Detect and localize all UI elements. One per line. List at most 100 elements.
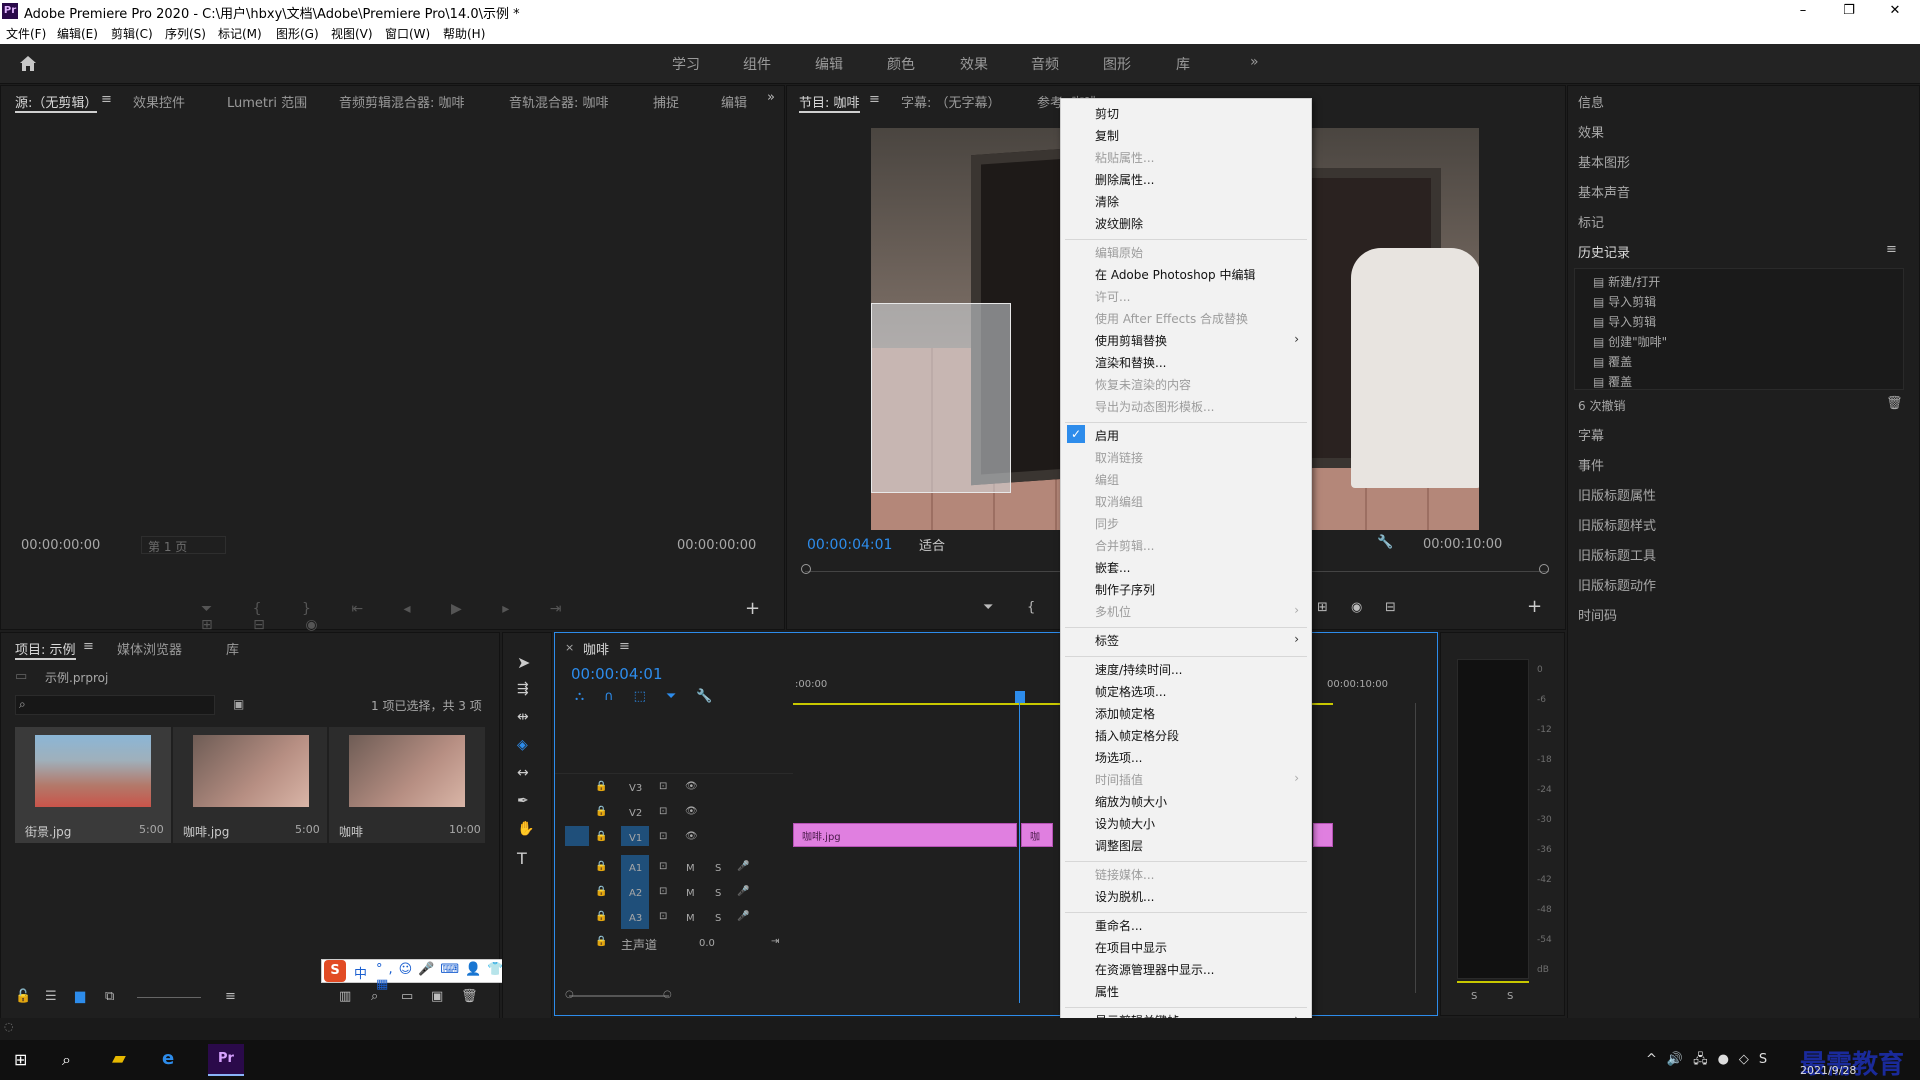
workspace-graphics[interactable]: 图形 bbox=[1103, 54, 1131, 74]
close-button[interactable]: ✕ bbox=[1872, 0, 1918, 22]
lock-icon[interactable]: 🔓 bbox=[15, 989, 31, 1004]
panel-effects[interactable]: 效果 bbox=[1578, 122, 1604, 141]
context-menu-item[interactable]: 属性 bbox=[1095, 983, 1119, 1000]
context-menu-item[interactable]: 帧定格选项... bbox=[1095, 683, 1166, 700]
search-icon[interactable]: ⌕ bbox=[62, 1050, 71, 1070]
panel-captions[interactable]: 字幕 bbox=[1578, 425, 1604, 444]
context-menu-item[interactable]: 渲染和替换... bbox=[1095, 354, 1166, 371]
tab-captions[interactable]: 字幕: （无字幕） bbox=[901, 92, 1001, 111]
history-item[interactable]: ▤ 导入剪辑 bbox=[1593, 313, 1656, 330]
freeform-view-icon[interactable]: ⧉ bbox=[105, 989, 114, 1004]
lock-icon[interactable]: 🔒 bbox=[595, 831, 607, 842]
camera-icon[interactable]: ◉ bbox=[1351, 600, 1362, 615]
context-menu-item[interactable]: 缩放为帧大小 bbox=[1095, 793, 1167, 810]
menu-graphics[interactable]: 图形(G) bbox=[276, 25, 319, 42]
project-search-input[interactable] bbox=[15, 695, 215, 715]
solo-button[interactable]: S bbox=[715, 888, 721, 899]
playhead-handle[interactable] bbox=[1015, 691, 1025, 703]
context-menu-item[interactable]: 制作子序列 bbox=[1095, 581, 1155, 598]
context-menu-item[interactable]: 标签 bbox=[1095, 632, 1119, 649]
tab-source[interactable]: 源:（无剪辑） bbox=[15, 92, 98, 113]
menu-window[interactable]: 窗口(W) bbox=[385, 25, 430, 42]
project-item-coffee-jpg[interactable]: 咖啡.jpg 5:00 bbox=[173, 727, 327, 843]
workspace-more[interactable]: » bbox=[1250, 54, 1259, 70]
context-menu-item[interactable]: 取消编组 bbox=[1095, 493, 1143, 510]
panel-essential-sound[interactable]: 基本声音 bbox=[1578, 182, 1630, 201]
tab-effect-controls[interactable]: 效果控件 bbox=[133, 92, 185, 111]
project-item-street[interactable]: 街景.jpg 5:00 bbox=[15, 727, 171, 843]
scroll-handle-right-icon[interactable]: ○ bbox=[663, 989, 672, 1000]
context-menu-item[interactable]: 恢复未渲染的内容 bbox=[1095, 376, 1191, 393]
minimize-button[interactable]: – bbox=[1780, 0, 1826, 22]
context-menu-item[interactable]: 合并剪辑... bbox=[1095, 537, 1154, 554]
scroll-handle-left-icon[interactable]: ○ bbox=[565, 989, 574, 1000]
type-tool-icon[interactable]: T bbox=[517, 849, 527, 868]
tab-media-browser[interactable]: 媒体浏览器 bbox=[117, 639, 182, 658]
eye-icon[interactable]: 👁 bbox=[685, 831, 698, 842]
source-timecode-in[interactable]: 00:00:00:00 bbox=[21, 538, 100, 553]
trash-icon[interactable]: 🗑 bbox=[1886, 396, 1903, 411]
program-timecode[interactable]: 00:00:04:01 bbox=[807, 537, 892, 553]
ime-mode-chinese[interactable]: 中 bbox=[354, 963, 367, 982]
context-menu-item[interactable]: 插入帧定格分段 bbox=[1095, 727, 1179, 744]
context-menu-item[interactable]: 取消链接 bbox=[1095, 449, 1143, 466]
lock-icon[interactable]: 🔒 bbox=[595, 806, 607, 817]
mute-button[interactable]: M bbox=[686, 863, 695, 874]
edge-browser-icon[interactable]: e bbox=[162, 1048, 174, 1069]
new-bin-icon[interactable]: ▣ bbox=[233, 697, 244, 711]
new-bin-icon[interactable]: ▭ bbox=[401, 989, 413, 1004]
pen-tool-icon[interactable]: ✒ bbox=[517, 793, 529, 809]
mark-in-icon[interactable]: { bbox=[1027, 600, 1035, 615]
panel-legacy-title-tools[interactable]: 旧版标题工具 bbox=[1578, 545, 1656, 564]
context-menu-item[interactable]: 场选项... bbox=[1095, 749, 1142, 766]
scrubber-end-handle[interactable] bbox=[1539, 564, 1549, 574]
panel-legacy-title-styles[interactable]: 旧版标题样式 bbox=[1578, 515, 1656, 534]
context-menu-item[interactable]: 同步 bbox=[1095, 515, 1119, 532]
context-menu-item[interactable]: 剪切 bbox=[1095, 105, 1119, 122]
context-menu-item[interactable]: 设为脱机... bbox=[1095, 888, 1154, 905]
vertical-scrollbar[interactable] bbox=[1415, 703, 1416, 993]
context-menu-item[interactable]: 链接媒体... bbox=[1095, 866, 1154, 883]
history-item[interactable]: ▤ 覆盖 bbox=[1593, 373, 1632, 390]
history-item[interactable]: ▤ 覆盖 bbox=[1593, 353, 1632, 370]
trash-icon[interactable]: 🗑 bbox=[461, 989, 478, 1004]
add-button-icon[interactable]: + bbox=[745, 598, 760, 619]
context-menu-item[interactable]: 添加帧定格 bbox=[1095, 705, 1155, 722]
compare-icon[interactable]: ⊟ bbox=[1385, 600, 1396, 615]
history-item[interactable]: ▤ 导入剪辑 bbox=[1593, 293, 1656, 310]
eye-icon[interactable]: 👁 bbox=[685, 781, 698, 792]
context-menu-item[interactable]: 编组 bbox=[1095, 471, 1119, 488]
panel-markers[interactable]: 标记 bbox=[1578, 212, 1604, 231]
premiere-taskbar-icon[interactable]: Pr bbox=[208, 1044, 244, 1076]
file-explorer-icon[interactable]: ▰ bbox=[112, 1048, 126, 1069]
zoom-slider[interactable] bbox=[137, 997, 201, 998]
lock-icon[interactable]: 🔒 bbox=[595, 886, 607, 897]
panel-legacy-title-actions[interactable]: 旧版标题动作 bbox=[1578, 575, 1656, 594]
timeline-zoom-scrollbar[interactable] bbox=[569, 995, 669, 997]
track-a2[interactable]: A2 bbox=[629, 888, 642, 899]
more-tabs-icon[interactable]: » bbox=[767, 90, 775, 105]
sync-lock-icon[interactable]: ⊡ bbox=[659, 831, 667, 842]
sync-lock-icon[interactable]: ⊡ bbox=[659, 886, 667, 897]
panel-menu-icon[interactable]: ≡ bbox=[83, 639, 94, 654]
solo-right-button[interactable]: S bbox=[1507, 991, 1513, 1002]
panel-legacy-title-properties[interactable]: 旧版标题属性 bbox=[1578, 485, 1656, 504]
tab-lumetri-scopes[interactable]: Lumetri 范围 bbox=[227, 92, 307, 111]
track-a1[interactable]: A1 bbox=[629, 863, 642, 874]
selection-tool-icon[interactable]: ➤ bbox=[517, 653, 530, 672]
tab-libraries[interactable]: 库 bbox=[226, 639, 239, 658]
sync-lock-icon[interactable]: ⊡ bbox=[659, 806, 667, 817]
panel-timecode[interactable]: 时间码 bbox=[1578, 605, 1617, 624]
menu-help[interactable]: 帮助(H) bbox=[443, 25, 485, 42]
menu-edit[interactable]: 编辑(E) bbox=[57, 25, 98, 42]
tab-edit[interactable]: 编辑 bbox=[721, 92, 747, 111]
razor-tool-icon[interactable]: ◈ bbox=[517, 737, 528, 753]
context-menu-item[interactable]: 粘贴属性... bbox=[1095, 149, 1154, 166]
workspace-assembly[interactable]: 组件 bbox=[743, 54, 771, 74]
timeline-clip-coffee-3[interactable] bbox=[1313, 823, 1333, 847]
context-menu-item[interactable]: 编辑原始 bbox=[1095, 244, 1143, 261]
context-menu-item[interactable]: 在项目中显示 bbox=[1095, 939, 1167, 956]
master-nav-icon[interactable]: ⇥ bbox=[771, 936, 779, 947]
track-select-tool-icon[interactable]: ⇶ bbox=[517, 681, 529, 697]
fit-select[interactable]: 适合 bbox=[915, 534, 993, 554]
